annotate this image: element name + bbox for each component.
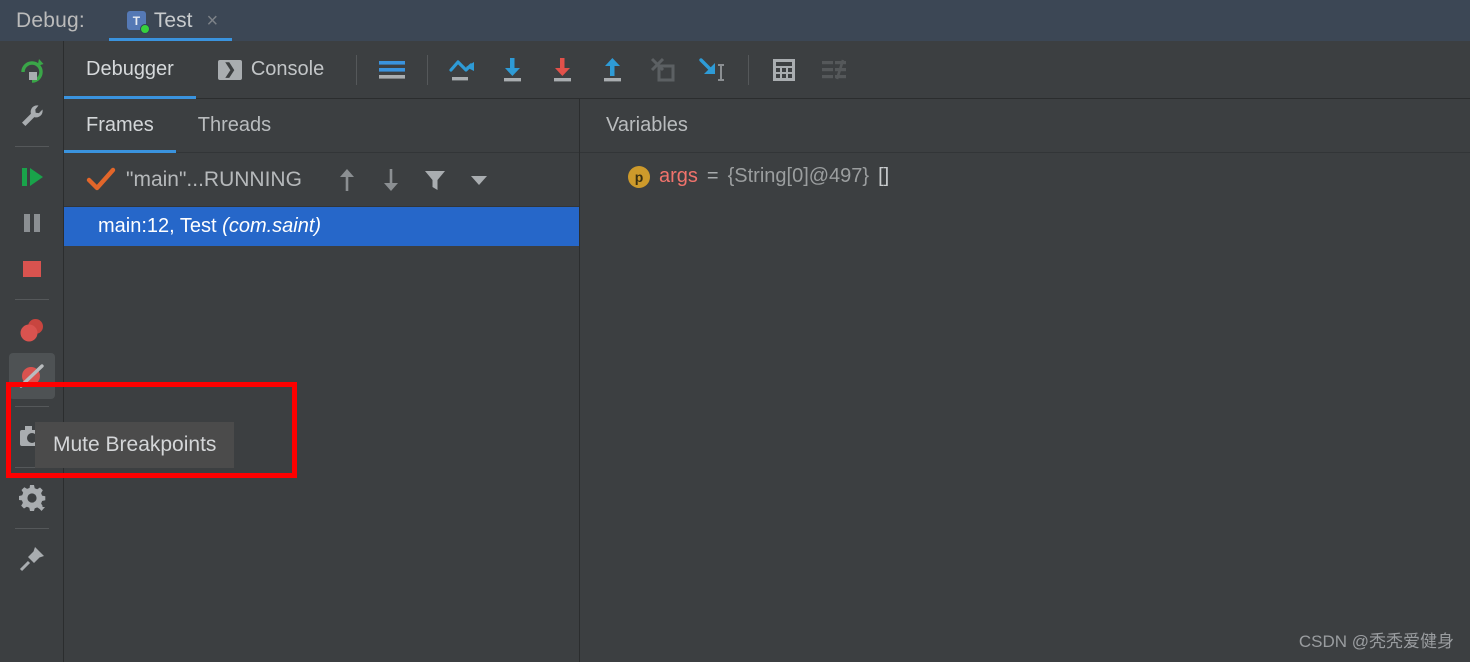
run-to-cursor-icon bbox=[696, 55, 730, 85]
pin-icon bbox=[17, 544, 47, 574]
thread-selector-row[interactable]: "main"...RUNNING bbox=[64, 153, 579, 207]
calculator-icon bbox=[770, 56, 798, 84]
resume-icon bbox=[17, 162, 47, 192]
tab-console-label: Console bbox=[251, 58, 324, 81]
frame-label: main:12, Test (com.saint) bbox=[98, 215, 321, 238]
frames-pane-header: Frames Threads bbox=[64, 99, 579, 153]
drop-frame-button[interactable] bbox=[638, 47, 688, 93]
run-configuration-tab[interactable]: T Test × bbox=[109, 0, 232, 41]
title-bar: Debug: T Test × bbox=[0, 0, 1470, 41]
debug-tabs-row: Debugger ❯ Console bbox=[64, 41, 1470, 99]
arrow-down-icon bbox=[379, 167, 403, 193]
threads-view-button[interactable] bbox=[809, 47, 859, 93]
move-up-button[interactable] bbox=[332, 165, 362, 195]
mute-breakpoints-icon bbox=[17, 361, 47, 391]
arrow-up-icon bbox=[335, 167, 359, 193]
filter-icon bbox=[422, 167, 448, 193]
stop-button[interactable] bbox=[9, 246, 55, 292]
parameter-icon: p bbox=[628, 166, 650, 188]
subtab-selected-underline bbox=[64, 150, 176, 153]
lines-icon bbox=[377, 57, 407, 83]
frame-location: main:12, Test bbox=[98, 215, 217, 237]
checkmark-icon bbox=[86, 167, 116, 193]
step-over-button[interactable] bbox=[438, 47, 488, 93]
resume-program-button[interactable] bbox=[9, 154, 55, 200]
show-execution-point-button[interactable] bbox=[367, 47, 417, 93]
evaluate-expression-button[interactable] bbox=[759, 47, 809, 93]
java-class-icon: T bbox=[127, 11, 146, 30]
step-out-button[interactable] bbox=[588, 47, 638, 93]
debug-tool-window: Debug: T Test × bbox=[0, 0, 1470, 662]
table-row[interactable]: main:12, Test (com.saint) bbox=[64, 207, 579, 246]
options-dropdown-button[interactable] bbox=[464, 165, 494, 195]
watermark: CSDN @秃秃爱健身 bbox=[1299, 627, 1454, 652]
variables-pane-header: Variables bbox=[580, 99, 1470, 153]
debug-label: Debug: bbox=[16, 9, 85, 33]
list-item[interactable]: p args = {String[0]@497} [] bbox=[580, 153, 1470, 188]
breakpoints-icon bbox=[17, 315, 47, 345]
step-over-icon bbox=[447, 55, 479, 85]
step-into-icon bbox=[497, 55, 529, 85]
variables-pane: Variables p args = {String[0]@497} [] CS… bbox=[580, 99, 1470, 662]
run-to-cursor-button[interactable] bbox=[688, 47, 738, 93]
toolbar-separator bbox=[356, 55, 357, 85]
gear-icon bbox=[16, 482, 48, 514]
chevron-down-icon bbox=[467, 168, 491, 192]
variable-type: {String[0]@497} bbox=[728, 165, 870, 188]
subtab-frames-label: Frames bbox=[86, 114, 154, 137]
view-breakpoints-button[interactable] bbox=[9, 307, 55, 353]
parameter-icon-letter: p bbox=[635, 170, 644, 184]
debug-actions-toolbar bbox=[0, 41, 64, 662]
subtab-frames[interactable]: Frames bbox=[64, 99, 176, 153]
step-into-button[interactable] bbox=[488, 47, 538, 93]
frames-pane: Frames Threads "main"...RUNNING bbox=[64, 99, 580, 662]
thread-label: "main"...RUNNING bbox=[126, 168, 302, 192]
frames-actions bbox=[332, 165, 494, 195]
settings-button[interactable] bbox=[9, 475, 55, 521]
toolbar-separator bbox=[427, 55, 428, 85]
mute-breakpoints-button[interactable] bbox=[9, 353, 55, 399]
wrench-icon bbox=[18, 102, 46, 130]
toolbar-separator bbox=[15, 528, 49, 529]
stop-icon bbox=[18, 255, 46, 283]
variable-equals: = bbox=[707, 165, 719, 188]
toolbar-separator bbox=[15, 299, 49, 300]
step-out-icon bbox=[597, 55, 629, 85]
running-indicator-dot bbox=[140, 24, 150, 34]
debugger-panes: Frames Threads "main"...RUNNING bbox=[64, 99, 1470, 662]
debug-main-area: Debugger ❯ Console bbox=[64, 41, 1470, 662]
subtab-threads-label: Threads bbox=[198, 114, 271, 137]
frame-package: (com.saint) bbox=[222, 215, 321, 237]
tooltip-content: Mute Breakpoints bbox=[35, 422, 234, 468]
close-icon[interactable]: × bbox=[206, 11, 218, 31]
rerun-icon bbox=[17, 55, 47, 85]
console-icon: ❯ bbox=[218, 60, 242, 80]
variable-value: [] bbox=[878, 165, 889, 188]
toolbar-separator bbox=[15, 406, 49, 407]
run-tab-label: Test bbox=[154, 9, 193, 33]
force-step-into-icon bbox=[547, 55, 579, 85]
tab-debugger[interactable]: Debugger bbox=[64, 41, 196, 99]
rerun-button[interactable] bbox=[9, 47, 55, 93]
move-down-button[interactable] bbox=[376, 165, 406, 195]
toolbar-separator bbox=[15, 146, 49, 147]
pause-program-button[interactable] bbox=[9, 200, 55, 246]
pause-icon bbox=[18, 209, 46, 237]
class-icon-letter: T bbox=[133, 15, 140, 27]
drop-frame-icon bbox=[648, 56, 678, 84]
tab-debugger-label: Debugger bbox=[86, 58, 174, 81]
edit-configurations-button[interactable] bbox=[9, 93, 55, 139]
force-step-into-button[interactable] bbox=[538, 47, 588, 93]
tab-console[interactable]: ❯ Console bbox=[196, 41, 346, 99]
variable-name: args bbox=[659, 165, 698, 188]
filter-button[interactable] bbox=[420, 165, 450, 195]
subtab-threads[interactable]: Threads bbox=[176, 99, 293, 153]
pin-tab-button[interactable] bbox=[9, 536, 55, 582]
variables-title: Variables bbox=[580, 114, 688, 137]
threads-settings-icon bbox=[819, 57, 849, 83]
toolbar-separator bbox=[748, 55, 749, 85]
